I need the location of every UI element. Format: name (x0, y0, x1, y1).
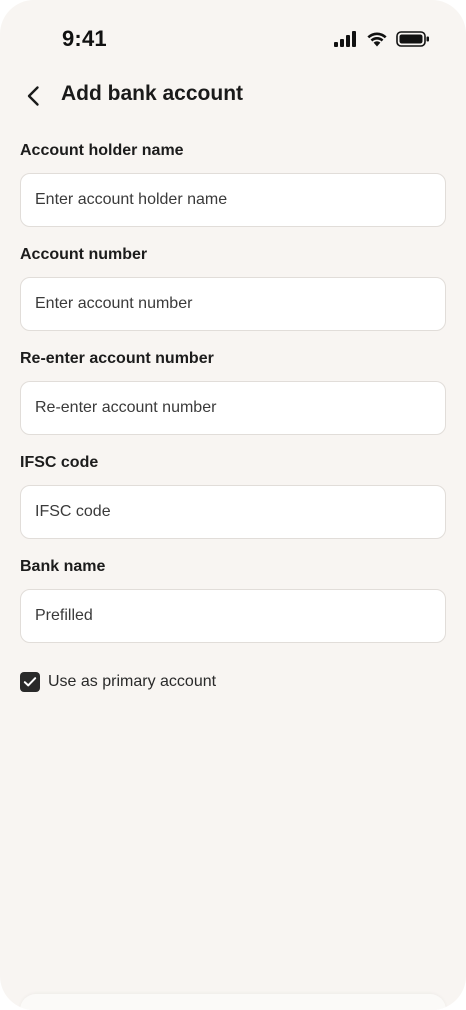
status-time: 9:41 (62, 26, 107, 51)
bank-name-input[interactable] (20, 589, 446, 643)
field-label: Re-enter account number (20, 350, 214, 367)
reenter-account-number-input[interactable] (20, 381, 446, 435)
phone-screen: 9:41 Add bank account Account holder nam… (0, 0, 466, 1010)
field-label: Account number (20, 246, 148, 263)
checkmark-icon (23, 677, 37, 687)
battery-icon (396, 31, 429, 47)
reenter-account-number-field: Re-enter account number (20, 348, 446, 452)
field-label: Bank name (20, 558, 106, 575)
page-title: Add bank account (61, 82, 244, 105)
primary-account-label: Use as primary account (48, 673, 217, 690)
cellular-signal-icon (334, 31, 356, 47)
primary-account-option[interactable]: Use as primary account (20, 672, 216, 692)
bottom-sheet (20, 994, 446, 1010)
back-button[interactable] (18, 80, 50, 112)
status-bar: 9:41 (0, 0, 466, 80)
primary-account-checkbox[interactable] (20, 672, 40, 692)
ifsc-code-input[interactable] (20, 485, 446, 539)
bank-name-field: Bank name (20, 556, 446, 660)
chevron-left-icon (27, 86, 39, 106)
ifsc-code-field: IFSC code (20, 452, 446, 556)
account-holder-name-input[interactable] (20, 173, 446, 227)
wifi-icon (367, 32, 387, 47)
field-label: Account holder name (20, 142, 184, 159)
status-icons (334, 31, 430, 47)
field-label: IFSC code (20, 454, 99, 471)
account-holder-name-field: Account holder name (20, 140, 446, 244)
bank-account-form: Account holder name Account number Re-en… (20, 140, 446, 660)
account-number-field: Account number (20, 244, 446, 348)
page-header: Add bank account (0, 74, 466, 118)
account-number-input[interactable] (20, 277, 446, 331)
